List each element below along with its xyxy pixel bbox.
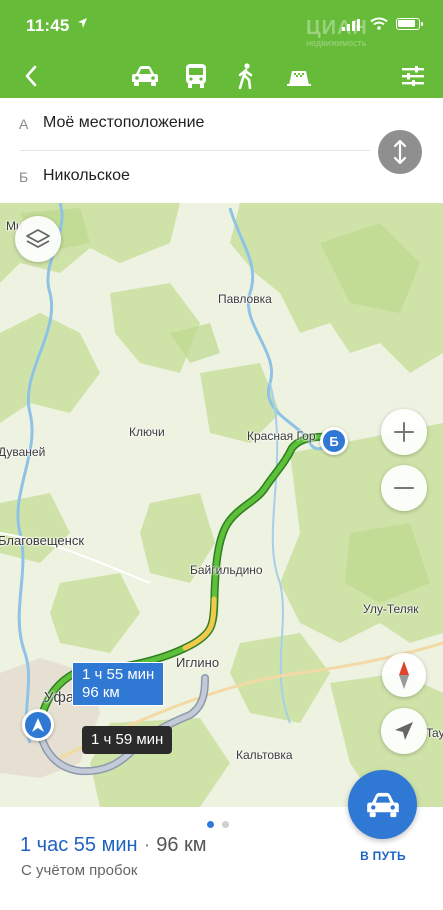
map-label-krasnaya-gorka: Красная Гор xyxy=(247,429,316,443)
status-bar: 11:45 ЦИАН недвижимость xyxy=(0,0,443,52)
start-navigation-button[interactable] xyxy=(348,770,417,839)
car-icon xyxy=(366,792,399,817)
map-label-blagoveshchensk: Благовещенск xyxy=(0,533,85,548)
to-letter: Б xyxy=(19,169,29,185)
wifi-icon xyxy=(370,17,388,35)
from-letter: А xyxy=(19,116,29,132)
route-main-time: 1 ч 55 мин xyxy=(82,666,155,683)
status-time: 11:45 xyxy=(26,16,70,35)
route-summary-panel: 1 час 55 мин · 96 км С учётом пробок В ПУТ… xyxy=(0,770,443,910)
minus-icon xyxy=(394,487,414,489)
map-label-pavlovka: Павловка xyxy=(218,292,272,306)
start-navigation-label[interactable]: В ПУТЬ xyxy=(353,849,413,863)
layers-button[interactable] xyxy=(15,216,61,262)
map-label-ufa: Уфа xyxy=(44,689,75,706)
map-label-ulu-telyak: Улу-Теляк xyxy=(363,602,419,616)
compass-icon xyxy=(399,661,409,689)
map-label-iglino: Иглино xyxy=(176,655,220,670)
route-alt-label[interactable]: 1 ч 59 мин xyxy=(82,726,173,754)
route-main-distance: 96 км xyxy=(82,684,120,701)
zoom-out-button[interactable] xyxy=(381,465,427,511)
page-dots xyxy=(207,815,237,833)
route-from-field[interactable]: А Моё местоположение xyxy=(0,98,370,150)
from-value: Моё местоположение xyxy=(43,114,205,131)
compass-button[interactable] xyxy=(382,653,426,697)
taxi-icon[interactable] xyxy=(283,62,315,90)
route-distance: 96 км xyxy=(156,834,207,856)
nav-row xyxy=(0,54,443,98)
navigation-arrow-icon xyxy=(32,718,44,732)
route-main-label[interactable]: 1 ч 55 мин 96 км xyxy=(72,662,165,706)
current-location-pin xyxy=(22,709,54,741)
swap-arrows-icon xyxy=(393,139,407,165)
map-label-klyuchi: Ключи xyxy=(129,425,165,439)
signal-icon xyxy=(342,18,362,36)
zoom-in-button[interactable] xyxy=(381,409,427,455)
top-bar: 11:45 ЦИАН недвижимость xyxy=(0,0,443,98)
map-label-tau: Tay xyxy=(426,726,443,740)
route-to-field[interactable]: Б Никольское xyxy=(0,151,370,203)
my-location-button[interactable] xyxy=(381,708,427,754)
map-view[interactable]: Ми Павловка Ключи Красная Гор Дуваней Бл… xyxy=(0,203,443,807)
chevron-left-icon[interactable] xyxy=(18,62,44,90)
traffic-note: С учётом пробок xyxy=(21,862,138,879)
page-dot-active[interactable] xyxy=(207,821,214,828)
route-duration: 1 час 55 мин xyxy=(20,834,138,856)
route-alt-time: 1 ч 59 мин xyxy=(91,731,164,748)
swap-route-button[interactable] xyxy=(378,130,422,174)
to-value: Никольское xyxy=(43,167,130,184)
map-label-baigildino: Байгильдино xyxy=(190,563,263,577)
layers-icon xyxy=(26,229,50,248)
route-summary[interactable]: 1 час 55 мин · 96 км xyxy=(20,834,207,857)
destination-pin[interactable]: Б xyxy=(320,427,348,455)
map-label-kaltovka: Кальтовка xyxy=(236,748,293,762)
page-dot[interactable] xyxy=(222,821,229,828)
battery-icon xyxy=(396,18,423,30)
map-label-duvaney: Дуваней xyxy=(0,445,46,459)
plus-icon xyxy=(394,422,414,442)
location-arrow-icon xyxy=(77,16,88,34)
navigation-arrow-icon xyxy=(395,722,413,740)
car-icon[interactable] xyxy=(130,62,160,90)
route-inputs: А Моё местоположение Б Никольское xyxy=(0,98,443,203)
bus-icon[interactable] xyxy=(181,62,211,90)
walk-icon[interactable] xyxy=(234,62,258,90)
sliders-icon[interactable] xyxy=(400,62,426,90)
